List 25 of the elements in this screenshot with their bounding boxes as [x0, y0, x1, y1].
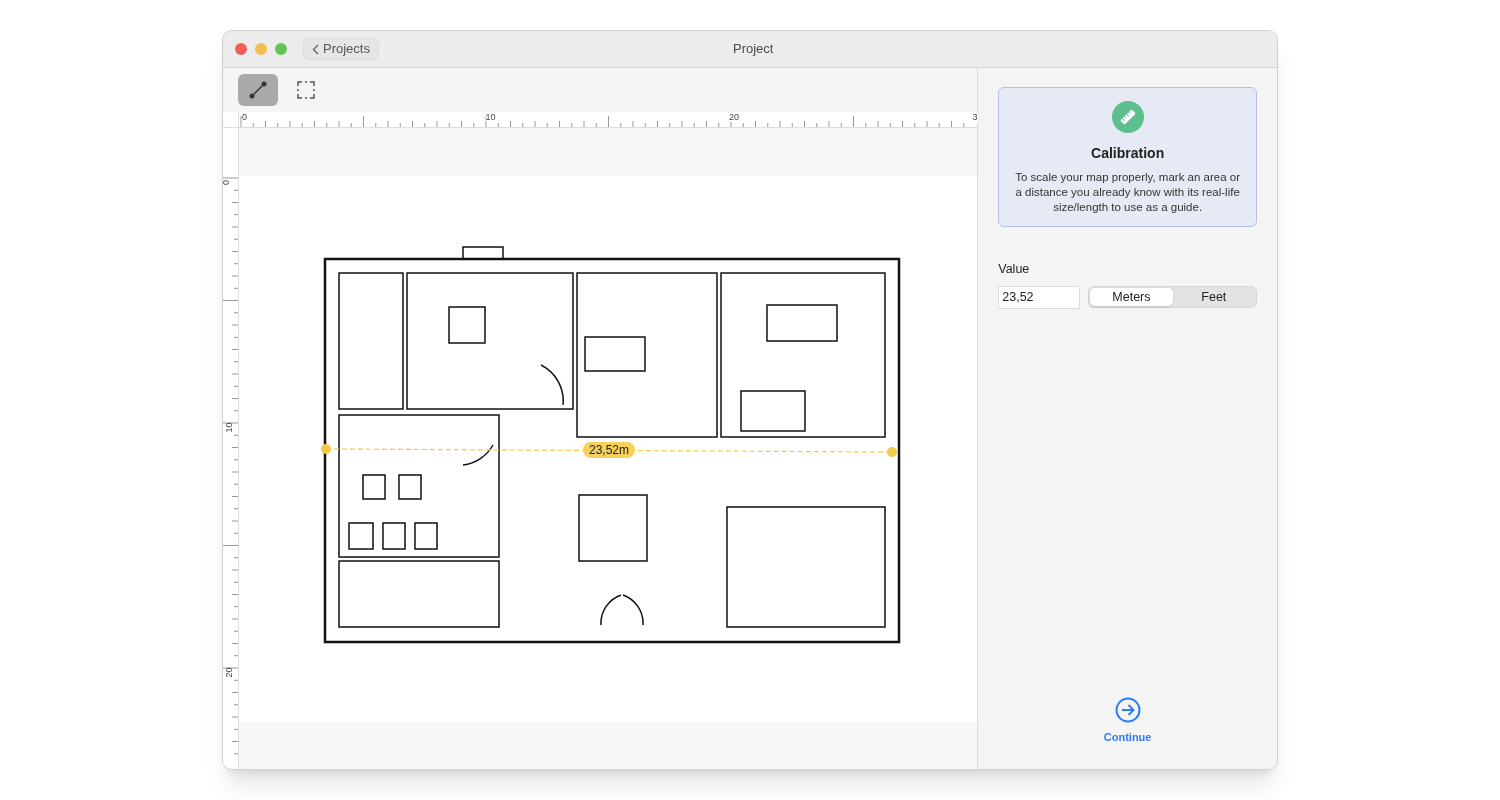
ruler-label: 0: [242, 113, 247, 122]
measurement-label: 23,52m: [583, 442, 636, 458]
unit-option[interactable]: Meters: [1090, 288, 1173, 307]
ruler-label: 0: [223, 180, 231, 185]
arrow-right-circle-icon: [1114, 696, 1141, 723]
line-tool-icon: [248, 80, 268, 100]
measurement-line[interactable]: [320, 443, 898, 457]
ruler-label: 10: [485, 113, 496, 122]
calibration-title: Calibration: [1091, 144, 1165, 163]
tool-button[interactable]: [238, 74, 278, 106]
ruler-label: 3: [972, 113, 978, 122]
window-title: Project: [733, 40, 774, 59]
unit-option[interactable]: Feet: [1172, 288, 1255, 307]
back-button[interactable]: Projects: [303, 38, 379, 60]
ruler-label: 20: [224, 667, 234, 678]
ruler-icon: [1111, 101, 1144, 133]
chevron-left-icon: [312, 43, 319, 55]
calibration-description: To scale your map properly, mark an area or a distance you already know with its real-life size/length to use as a guide.: [1014, 170, 1241, 215]
close-window-button[interactable]: [235, 43, 247, 55]
ruler-label: 20: [729, 113, 739, 122]
continue-button[interactable]: Continue: [1103, 696, 1152, 745]
ruler-label: 10: [224, 422, 234, 433]
value-label: Value: [998, 261, 1031, 278]
selection-frame-icon: [297, 81, 315, 99]
value-input[interactable]: 23,52: [998, 285, 1081, 309]
